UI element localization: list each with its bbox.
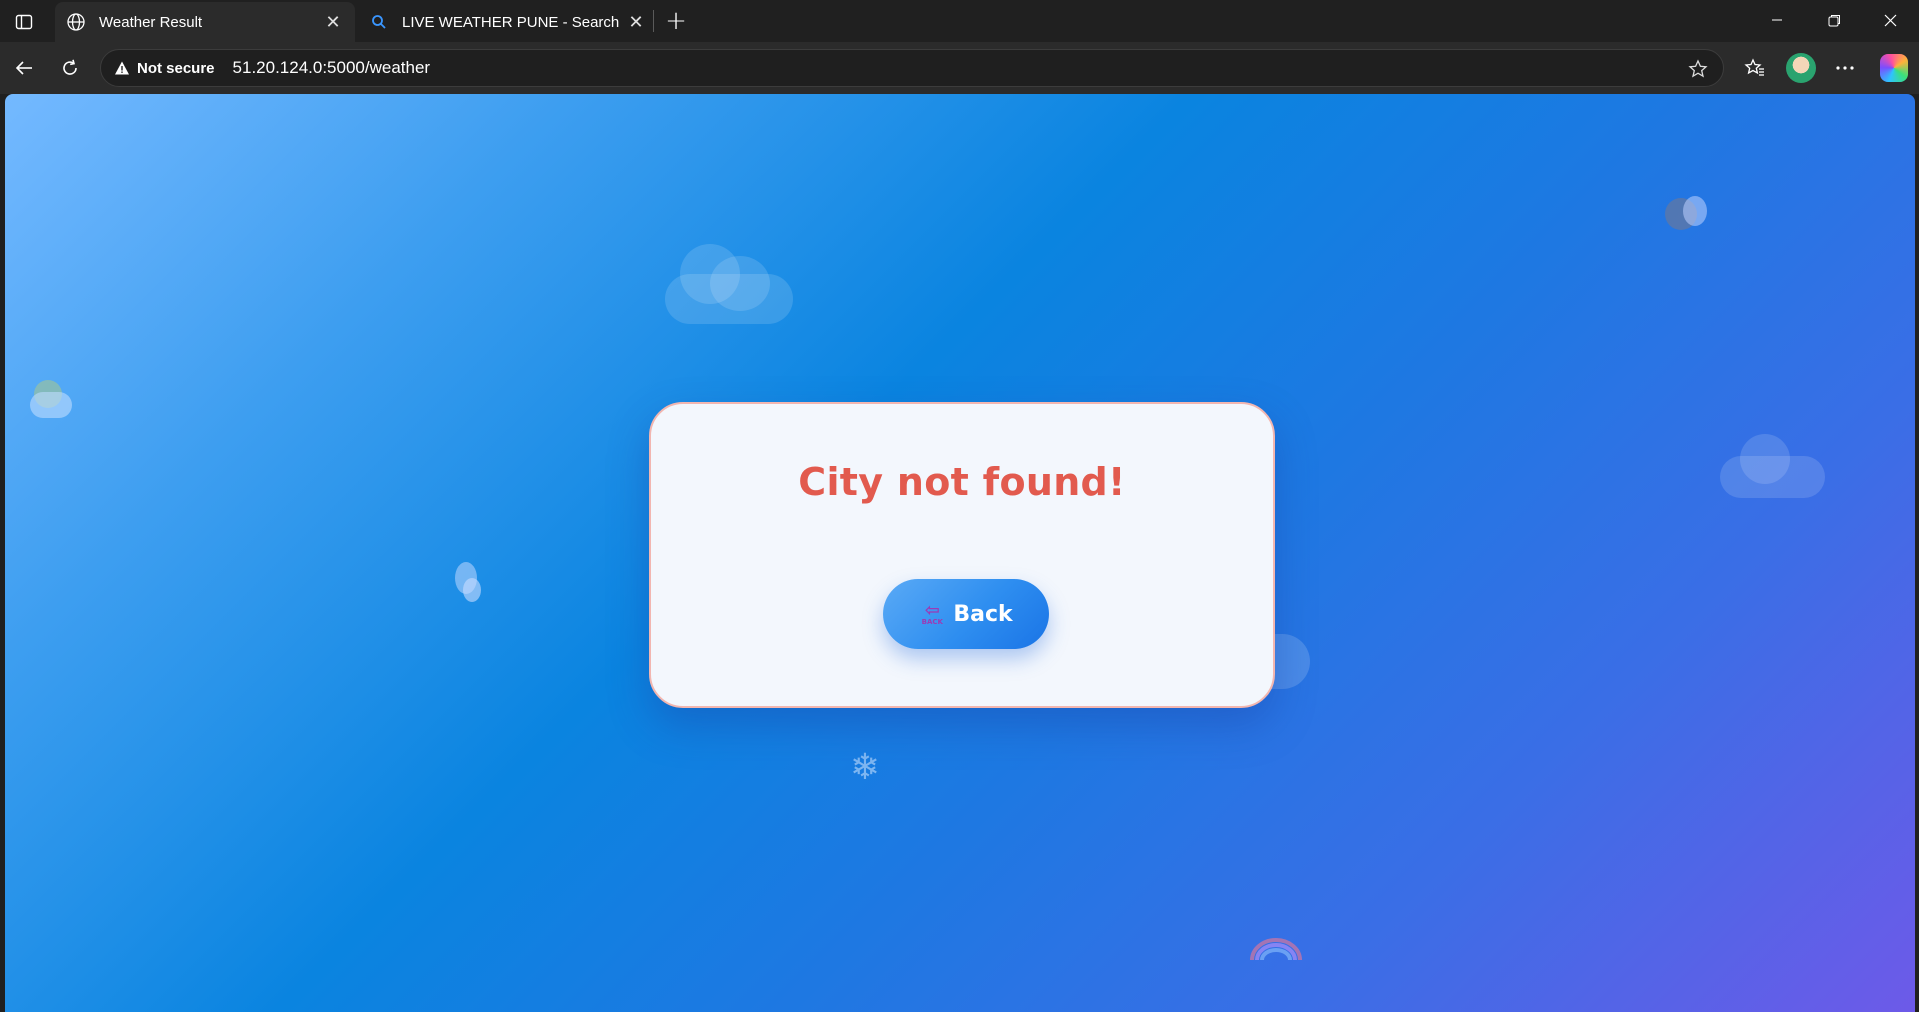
refresh-icon[interactable]: [54, 52, 86, 84]
tab-strip: Weather Result ✕ LIVE WEATHER PUNE - Sea…: [0, 0, 1919, 42]
favorite-star-icon[interactable]: [1683, 54, 1713, 84]
back-arrow-icon: ⇦ BACK: [921, 599, 943, 626]
address-bar[interactable]: Not secure 51.20.124.0:5000/weather: [100, 49, 1724, 87]
cloud-icon: [1720, 434, 1830, 504]
restore-icon[interactable]: [1805, 0, 1863, 40]
close-icon[interactable]: ✕: [319, 8, 347, 36]
tab-title: LIVE WEATHER PUNE - Search: [402, 13, 620, 31]
tab-title: Weather Result: [99, 13, 203, 31]
globe-icon: [65, 11, 87, 33]
new-tab-icon[interactable]: +: [661, 6, 691, 36]
wind-icon: [445, 562, 485, 606]
more-options-icon[interactable]: [1829, 52, 1861, 84]
security-label[interactable]: Not secure: [137, 60, 215, 77]
rainbow-icon: [1248, 932, 1304, 966]
tab-divider: [653, 10, 654, 32]
tab-live-weather-search[interactable]: LIVE WEATHER PUNE - Search ✕: [358, 2, 658, 42]
weather-page: ❄ City not found! ⇦ BACK Back: [5, 94, 1915, 1012]
storm-cloud-icon: [1665, 194, 1711, 234]
back-arrow-icon[interactable]: [8, 52, 40, 84]
back-button-label: Back: [953, 601, 1013, 627]
partly-cloudy-icon: [30, 380, 74, 420]
snowflake-icon: ❄: [849, 747, 881, 788]
profile-avatar[interactable]: [1786, 53, 1816, 83]
url-text[interactable]: 51.20.124.0:5000/weather: [233, 58, 431, 78]
error-card: City not found! ⇦ BACK Back: [649, 402, 1275, 708]
close-icon[interactable]: ✕: [622, 8, 650, 36]
browser-toolbar: Not secure 51.20.124.0:5000/weather: [0, 42, 1919, 94]
close-window-icon[interactable]: [1861, 0, 1919, 40]
warning-icon[interactable]: [113, 59, 131, 77]
cloud-icon: [665, 244, 795, 334]
search-icon: [368, 11, 390, 33]
error-message: City not found!: [798, 460, 1126, 504]
copilot-icon[interactable]: [1880, 54, 1908, 82]
back-button[interactable]: ⇦ BACK Back: [883, 579, 1049, 649]
favorites-icon[interactable]: [1739, 52, 1771, 84]
back-icon-caption: BACK: [921, 617, 943, 626]
minimize-icon[interactable]: [1748, 0, 1806, 40]
sidebar-toggle-icon[interactable]: [10, 8, 38, 36]
tab-weather-result[interactable]: Weather Result ✕: [55, 2, 355, 42]
